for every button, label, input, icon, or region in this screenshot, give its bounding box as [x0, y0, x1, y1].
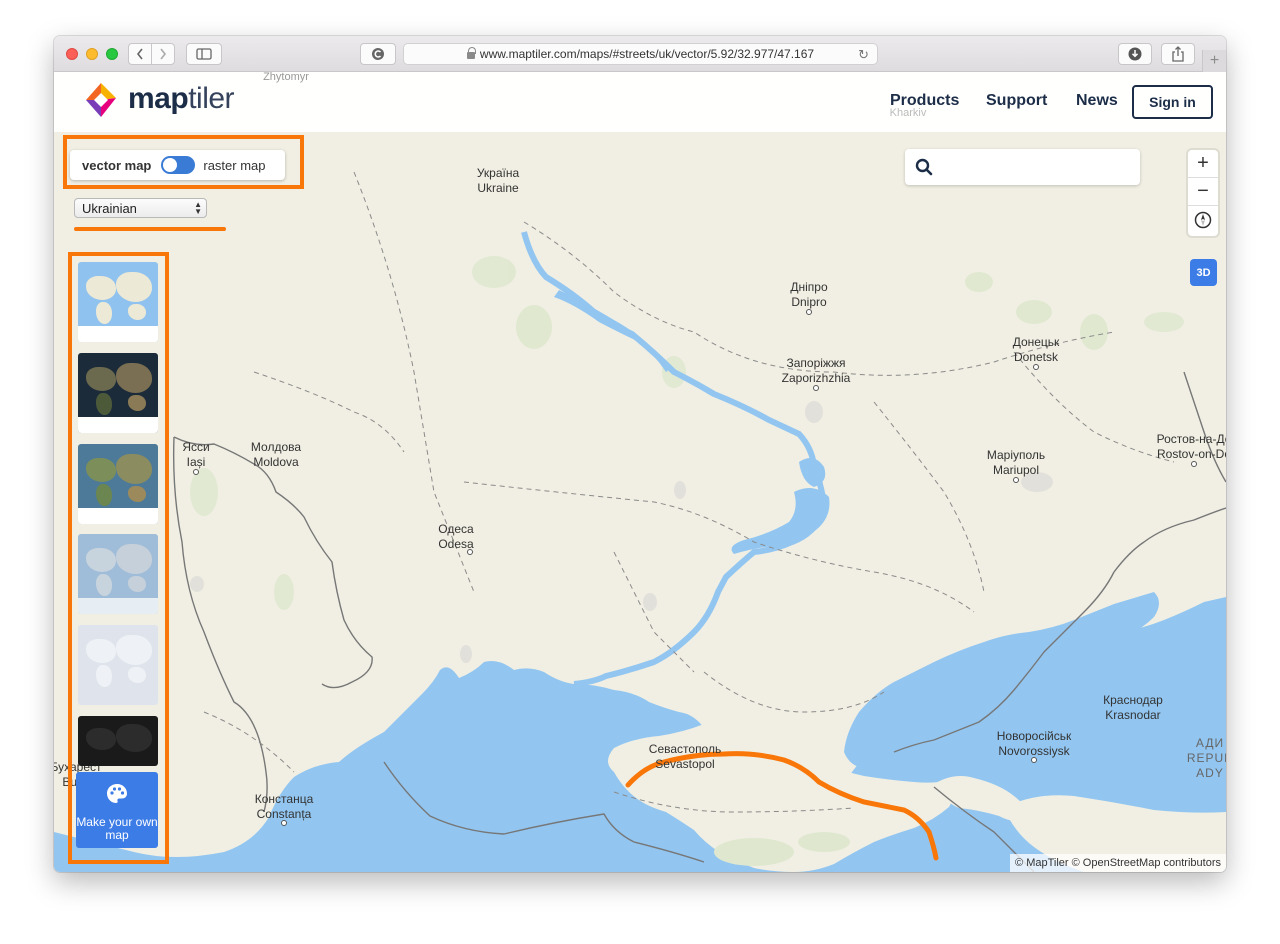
city-dot-odesa: [467, 549, 473, 555]
label-moldova: Молдова Moldova: [250, 440, 302, 469]
make-map-label: Make your own map: [76, 815, 158, 842]
style-thumb-topo[interactable]: [78, 534, 158, 614]
zoom-controls: + −: [1188, 150, 1218, 236]
language-select-value: Ukrainian: [82, 200, 137, 216]
extension-icon: [372, 48, 384, 60]
browser-titlebar: www.maptiler.com/maps/#streets/uk/vector…: [54, 36, 1226, 72]
city-dot-constanta: [281, 820, 287, 826]
city-dot-mariupol: [1013, 477, 1019, 483]
label-sevastopol: Севастополь Sevastopol: [648, 742, 722, 771]
label-odesa: Одеса Odesa: [438, 522, 474, 551]
city-dot-dnipro: [806, 309, 812, 315]
label-krasnodar: Краснодар Krasnodar: [1103, 693, 1163, 722]
maptiler-logo-text[interactable]: maptiler: [128, 82, 235, 116]
back-icon: [136, 48, 143, 60]
url-text: www.maptiler.com/maps/#streets/uk/vector…: [479, 47, 815, 61]
city-dot-iasi: [193, 469, 199, 475]
map-search-input[interactable]: [905, 149, 1140, 185]
label-dnipro: Дніпро Dnipro: [790, 280, 828, 309]
sidebar-icon: [196, 48, 212, 60]
make-your-own-map-button[interactable]: Make your own map: [76, 772, 158, 848]
toggle-3d-button[interactable]: 3D: [1190, 259, 1217, 286]
annotation-box-toggle: [63, 135, 304, 189]
label-mariupol: Маріуполь Mariupol: [986, 448, 1046, 477]
language-select[interactable]: Ukrainian ▲ ▼: [74, 198, 207, 218]
sidebar-toggle-button[interactable]: [186, 43, 222, 65]
forward-button[interactable]: [151, 43, 175, 65]
label-constanta: Констанца Constanța: [254, 792, 314, 821]
map-attribution[interactable]: © MapTiler © OpenStreetMap contributors: [1010, 854, 1226, 872]
label-donetsk: Донецьк Donetsk: [1012, 335, 1060, 364]
downloads-button[interactable]: [1118, 43, 1152, 65]
label-adygea: АДИ REPUB ADY: [1186, 736, 1226, 780]
select-arrows-icon: ▲ ▼: [194, 200, 202, 216]
label-kharkiv: Kharkiv: [889, 107, 927, 119]
browser-window: www.maptiler.com/maps/#streets/uk/vector…: [54, 36, 1226, 872]
extension-button[interactable]: [360, 43, 396, 65]
city-dot-donetsk: [1033, 364, 1039, 370]
style-thumb-streets[interactable]: [78, 262, 158, 342]
label-zhytomyr: Zhytomyr: [263, 71, 309, 83]
new-tab-button[interactable]: +: [1202, 50, 1226, 72]
search-icon: [915, 158, 933, 176]
style-thumb-satellite[interactable]: [78, 353, 158, 433]
style-thumb-light[interactable]: [78, 625, 158, 705]
label-novorossiysk: Новоросійськ Novorossiysk: [996, 729, 1072, 758]
reload-icon[interactable]: ↻: [858, 47, 869, 63]
lock-icon: [466, 46, 476, 59]
maptiler-logo-icon[interactable]: [82, 81, 120, 119]
label-zaporizhzhia: Запоріжжя Zaporizhzhia: [781, 356, 851, 385]
minimize-window-button[interactable]: [86, 48, 98, 60]
city-dot-novorossiysk: [1031, 757, 1037, 763]
nav-link-news[interactable]: News: [1076, 92, 1118, 110]
download-icon: [1128, 47, 1142, 61]
palette-icon: [107, 784, 127, 803]
zoom-window-button[interactable]: [106, 48, 118, 60]
zoom-in-button[interactable]: +: [1188, 150, 1218, 178]
style-thumb-hybrid[interactable]: [78, 444, 158, 524]
compass-icon: [1194, 211, 1212, 229]
label-rostov: Ростов-на-До Rostov-on-Do: [1156, 432, 1226, 461]
back-button[interactable]: [128, 43, 152, 65]
share-icon: [1172, 46, 1184, 62]
label-iasi: Ясси Iași: [182, 440, 210, 469]
share-button[interactable]: [1161, 43, 1195, 65]
map-base-layer: [54, 132, 1226, 872]
forward-icon: [160, 48, 167, 60]
city-dot-rostov: [1191, 461, 1197, 467]
annotation-underline-language: [74, 227, 226, 231]
site-header: maptiler Products Support News Sign in: [54, 72, 1226, 132]
sign-in-button[interactable]: Sign in: [1132, 85, 1213, 119]
zoom-out-button[interactable]: −: [1188, 178, 1218, 206]
map-canvas[interactable]: Україна Ukraine Дніпро Dnipro Запоріжжя …: [54, 132, 1226, 872]
label-ukraine: Україна Ukraine: [476, 166, 520, 195]
url-bar[interactable]: www.maptiler.com/maps/#streets/uk/vector…: [403, 43, 878, 65]
compass-button[interactable]: [1188, 206, 1218, 234]
city-dot-zaporizhzhia: [813, 385, 819, 391]
nav-link-support[interactable]: Support: [986, 92, 1047, 110]
style-thumb-dark[interactable]: [78, 716, 158, 766]
close-window-button[interactable]: [66, 48, 78, 60]
